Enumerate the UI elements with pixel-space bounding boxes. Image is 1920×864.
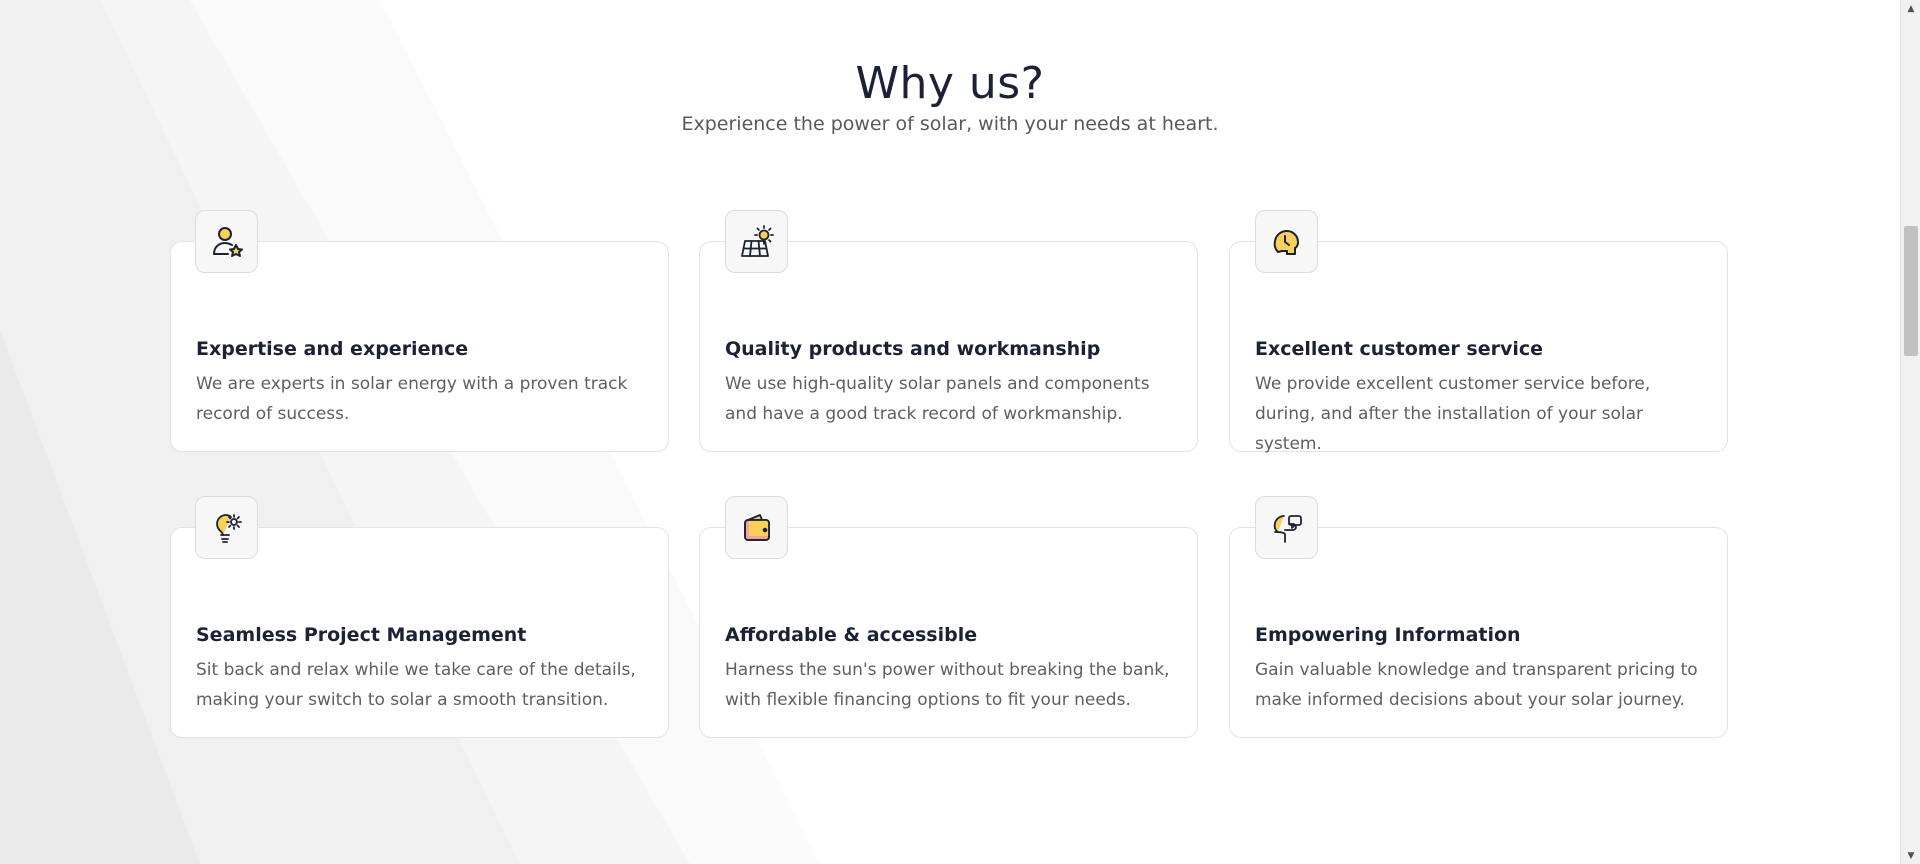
section-title: Why us? bbox=[855, 58, 1045, 109]
scroll-down-arrow-icon[interactable]: ▼ bbox=[1901, 847, 1920, 864]
section-subtitle: Experience the power of solar, with your… bbox=[681, 113, 1219, 135]
wallet-icon bbox=[743, 513, 770, 541]
user-star-icon bbox=[212, 226, 243, 257]
card-title: Empowering Information bbox=[1255, 624, 1521, 646]
scrollbar-thumb[interactable] bbox=[1904, 226, 1918, 356]
customer-service-head-icon bbox=[1273, 229, 1299, 255]
card-title: Seamless Project Management bbox=[196, 624, 527, 646]
card-description: Gain valuable knowledge and transparent … bbox=[1255, 660, 1698, 710]
card-description: We are experts in solar energy with a pr… bbox=[196, 374, 628, 424]
card-title: Affordable & accessible bbox=[725, 624, 978, 646]
card-description: Harness the sun's power without breaking… bbox=[725, 660, 1170, 710]
head-chat-icon bbox=[1273, 514, 1302, 543]
card-description: Sit back and relax while we take care of… bbox=[196, 660, 636, 710]
why-us-page: Why us? Experience the power of solar, w… bbox=[0, 0, 1920, 864]
solar-panel-icon bbox=[740, 224, 774, 257]
customer-service-icon-box bbox=[1255, 210, 1318, 273]
card-description: We use high-quality solar panels and com… bbox=[725, 374, 1150, 424]
vertical-scrollbar[interactable]: ▲ ▼ bbox=[1900, 0, 1920, 864]
card-title: Expertise and experience bbox=[196, 338, 469, 360]
card-title: Excellent customer service bbox=[1255, 338, 1544, 360]
wallet-icon-box bbox=[725, 496, 788, 559]
user-star-icon-box bbox=[195, 210, 258, 273]
head-chat-icon-box bbox=[1255, 496, 1318, 559]
lightbulb-gear-icon bbox=[215, 513, 242, 543]
card-description: We provide excellent customer service be… bbox=[1255, 374, 1651, 454]
card-title: Quality products and workmanship bbox=[725, 338, 1101, 360]
solar-panel-icon-box bbox=[725, 210, 788, 273]
lightbulb-gear-icon-box bbox=[195, 496, 258, 559]
scroll-up-arrow-icon[interactable]: ▲ bbox=[1901, 0, 1920, 17]
